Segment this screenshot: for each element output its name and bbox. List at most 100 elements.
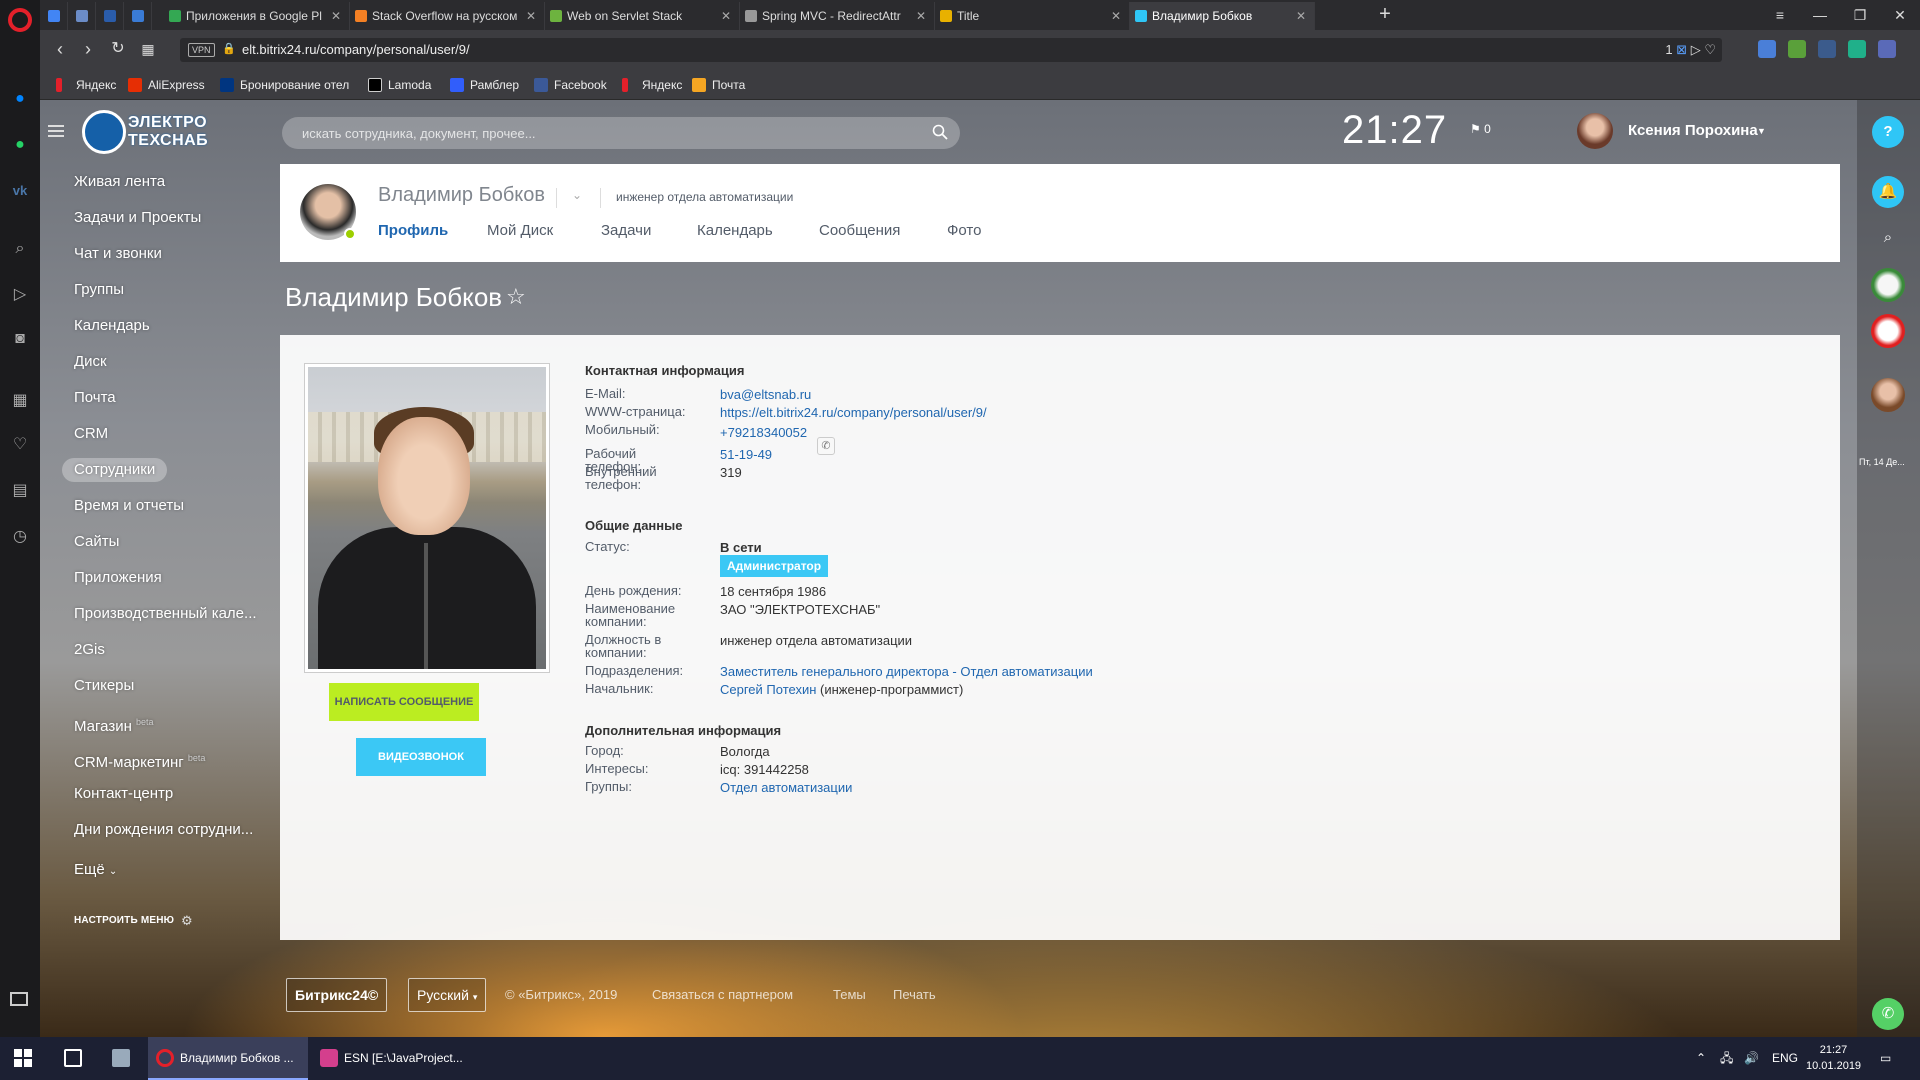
notifications-bell-icon[interactable]: 🔔 [1872,176,1904,208]
menu-item-birthdays[interactable]: Дни рождения сотрудни... [62,818,272,842]
messenger-icon[interactable]: ● [9,88,31,110]
bookmark-facebook[interactable]: Facebook [534,77,607,93]
mobile-link[interactable]: +79218340052 [720,425,807,440]
video-call-button[interactable]: ВИДЕОЗВОНОК [356,738,486,776]
close-icon[interactable]: ✕ [721,2,731,30]
gear-icon[interactable]: ⚙ [181,913,193,929]
menu-item-chat[interactable]: Чат и звонки [62,242,272,266]
themes-link[interactable]: Темы [833,987,866,1002]
print-link[interactable]: Печать [893,987,936,1002]
pinned-tab[interactable] [96,2,124,30]
tab-google-play[interactable]: Приложения в Google Pl ✕ [164,2,350,30]
help-button[interactable]: ? [1872,116,1904,148]
windows-start-icon[interactable] [14,1049,32,1067]
user-avatar[interactable] [1577,113,1613,149]
menu-item-2gis[interactable]: 2Gis [62,638,272,662]
taskbar-intellij[interactable]: ESN [E:\JavaProject... [312,1037,472,1080]
pinned-tab[interactable] [124,2,152,30]
tab-spring-mvc[interactable]: Spring MVC - RedirectAttr ✕ [740,2,935,30]
tray-chevron-icon[interactable]: ⌃ [1696,1037,1706,1080]
bookmark-yandex-2[interactable]: Яндекс [622,77,682,93]
reader-extension-icon[interactable] [1878,40,1896,58]
close-icon[interactable]: ✕ [1296,2,1306,30]
new-tab-button[interactable]: + [1370,0,1400,30]
menu-item-apps[interactable]: Приложения [62,566,272,590]
minimize-button[interactable]: — [1800,0,1840,30]
close-icon[interactable]: ✕ [331,2,341,30]
menu-item-calendar[interactable]: Календарь [62,314,272,338]
search-icon[interactable]: ⌕ [9,238,31,260]
opera-logo-icon[interactable] [8,8,32,32]
bitrix24-button[interactable]: Битрикс24© [286,978,388,1012]
menu-item-mail[interactable]: Почта [62,386,272,410]
tab-profile[interactable]: Профиль [378,222,448,239]
department-link[interactable]: Заместитель генерального директора - Отд… [720,664,1093,679]
camera-icon[interactable]: ◙ [9,328,31,350]
news-icon[interactable]: ▤ [9,480,31,502]
adblock-icon[interactable]: ⊠ [1676,42,1687,57]
download-extension-icon[interactable] [1788,40,1806,58]
menu-item-market[interactable]: Магазин beta [62,710,272,734]
bookmark-yandex[interactable]: Яндекс [56,77,116,93]
close-icon[interactable]: ✕ [1111,2,1121,30]
restore-button[interactable]: ❐ [1840,0,1880,30]
notepad-icon[interactable] [104,1037,140,1080]
network-icon[interactable]: 🖧 [1720,1037,1733,1080]
language-indicator[interactable]: ENG [1772,1037,1798,1080]
heart-icon[interactable]: ♡ [9,434,31,456]
pinned-tab[interactable] [40,2,68,30]
bookmark-booking[interactable]: Бронирование отел [220,77,349,93]
lock-icon[interactable]: 🔒 [222,43,236,55]
groups-link[interactable]: Отдел автоматизации [720,780,852,795]
menu-item-time[interactable]: Время и отчеты [62,494,272,518]
vk-icon[interactable]: vk [9,180,31,202]
clock[interactable]: 21:27 [1342,108,1447,153]
contact-avatar-2[interactable] [1871,314,1905,348]
send-icon[interactable]: ▷ [9,284,31,306]
configure-menu-link[interactable]: НАСТРОИТЬ МЕНЮ [74,915,174,926]
bookmark-heart-icon[interactable]: ♡ [1704,42,1716,57]
close-icon[interactable]: ✕ [916,2,926,30]
speed-dial-icon[interactable]: ▦ [9,390,31,412]
forward-button[interactable]: › [76,38,100,62]
company-logo[interactable]: ЭЛЕКТРО ТЕХСНАБ [82,106,232,156]
profile-photo[interactable] [308,367,546,669]
back-button[interactable]: ‹ [48,38,72,62]
menu-item-more[interactable]: Ещё ⌄ [62,858,272,882]
phone-call-icon[interactable]: ✆ [1872,998,1904,1030]
portal-search[interactable] [282,117,960,149]
task-view-icon[interactable] [56,1037,92,1080]
www-link[interactable]: https://elt.bitrix24.ru/company/personal… [720,405,987,420]
menu-item-feed[interactable]: Живая лента [62,170,272,194]
snapshot-icon[interactable]: ▷ [1691,42,1701,57]
sidebar-toggle-icon[interactable] [10,992,28,1006]
tab-messages[interactable]: Сообщения [819,222,900,239]
save-extension-icon[interactable] [1818,40,1836,58]
action-center-icon[interactable]: ▭ [1880,1037,1891,1080]
reload-button[interactable]: ↻ [106,38,130,62]
menu-item-groups[interactable]: Группы [62,278,272,302]
menu-item-disk[interactable]: Диск [62,350,272,374]
tab-calendar[interactable]: Календарь [697,222,773,239]
contact-avatar-3[interactable] [1871,378,1905,412]
boss-link[interactable]: Сергей Потехин [720,682,816,697]
translate-extension-icon[interactable] [1758,40,1776,58]
flag-counter[interactable]: ⚑ 0 [1470,122,1491,136]
close-window-button[interactable]: ✕ [1880,0,1920,30]
chevron-down-icon[interactable]: ▼ [1757,126,1766,136]
taskbar-opera[interactable]: Владимир Бобков ... [148,1037,308,1080]
taskbar-clock[interactable]: 21:27 10.01.2019 [1806,1042,1861,1074]
contact-avatar-1[interactable] [1871,268,1905,302]
phone-icon[interactable]: ✆ [817,437,835,455]
contact-partner-link[interactable]: Связаться с партнером [652,987,793,1002]
bookmark-rambler[interactable]: Рамблер [450,77,519,93]
url-text[interactable]: elt.bitrix24.ru/company/personal/user/9/ [242,38,470,62]
menu-item-tasks[interactable]: Задачи и Проекты [62,206,272,230]
tab-my-disk[interactable]: Мой Диск [487,222,553,239]
adblock-counter[interactable]: 1 [1665,42,1672,57]
whatsapp-icon[interactable]: ● [9,134,31,156]
tab-vladimir-bobkov[interactable]: Владимир Бобков ✕ [1130,2,1315,30]
tab-stackoverflow[interactable]: Stack Overflow на русском ✕ [350,2,545,30]
close-icon[interactable]: ✕ [526,2,536,30]
language-select[interactable]: Русский ▾ [408,978,487,1012]
